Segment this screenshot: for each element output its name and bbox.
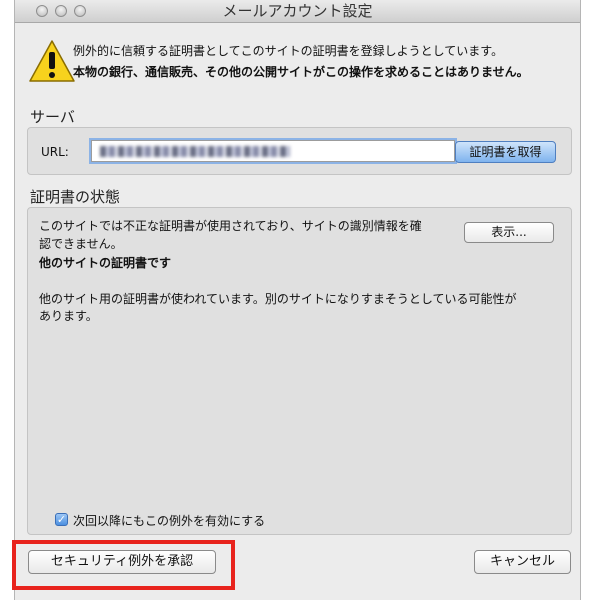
cert-status-subheading: 他のサイトの証明書です — [39, 256, 172, 270]
warning-triangle-icon — [29, 40, 75, 82]
url-label: URL: — [41, 145, 69, 159]
warning-message-bold: 本物の銀行、通信販売、その他の公開サイトがこの操作を求めることはありません。 — [73, 65, 529, 79]
redacted-url — [100, 146, 290, 157]
permanent-exception-checkbox[interactable]: ✓ — [55, 513, 68, 526]
permanent-exception-label[interactable]: 次回以降にもこの例外を有効にする — [73, 512, 265, 529]
cert-status-line2: 認できません。 — [39, 237, 123, 251]
url-input[interactable] — [91, 140, 455, 162]
warning-message: 例外的に信頼する証明書としてこのサイトの証明書を登録しようとしています。 — [73, 44, 504, 58]
cert-status-line1: このサイトでは不正な証明書が使用されており、サイトの識別情報を確 — [39, 219, 422, 233]
view-certificate-button[interactable]: 表示... — [464, 222, 554, 243]
cert-status-detail-line1: 他のサイト用の証明書が使われています。別のサイトになりすまそうとしている可能性が — [39, 292, 517, 306]
cancel-button[interactable]: キャンセル — [474, 550, 571, 574]
certificate-status-heading: 証明書の状態 — [30, 188, 121, 206]
title-bar: メールアカウント設定 — [15, 0, 580, 23]
server-heading: サーバ — [30, 108, 75, 126]
get-certificate-button[interactable]: 証明書を取得 — [455, 141, 556, 163]
window-title: メールアカウント設定 — [222, 2, 373, 20]
red-highlight-box — [12, 540, 235, 590]
security-exception-dialog: メールアカウント設定 例外的に信頼する証明書としてこのサイトの証明書を登録しよう… — [14, 0, 581, 600]
cert-status-detail-line2: あります。 — [39, 309, 98, 323]
